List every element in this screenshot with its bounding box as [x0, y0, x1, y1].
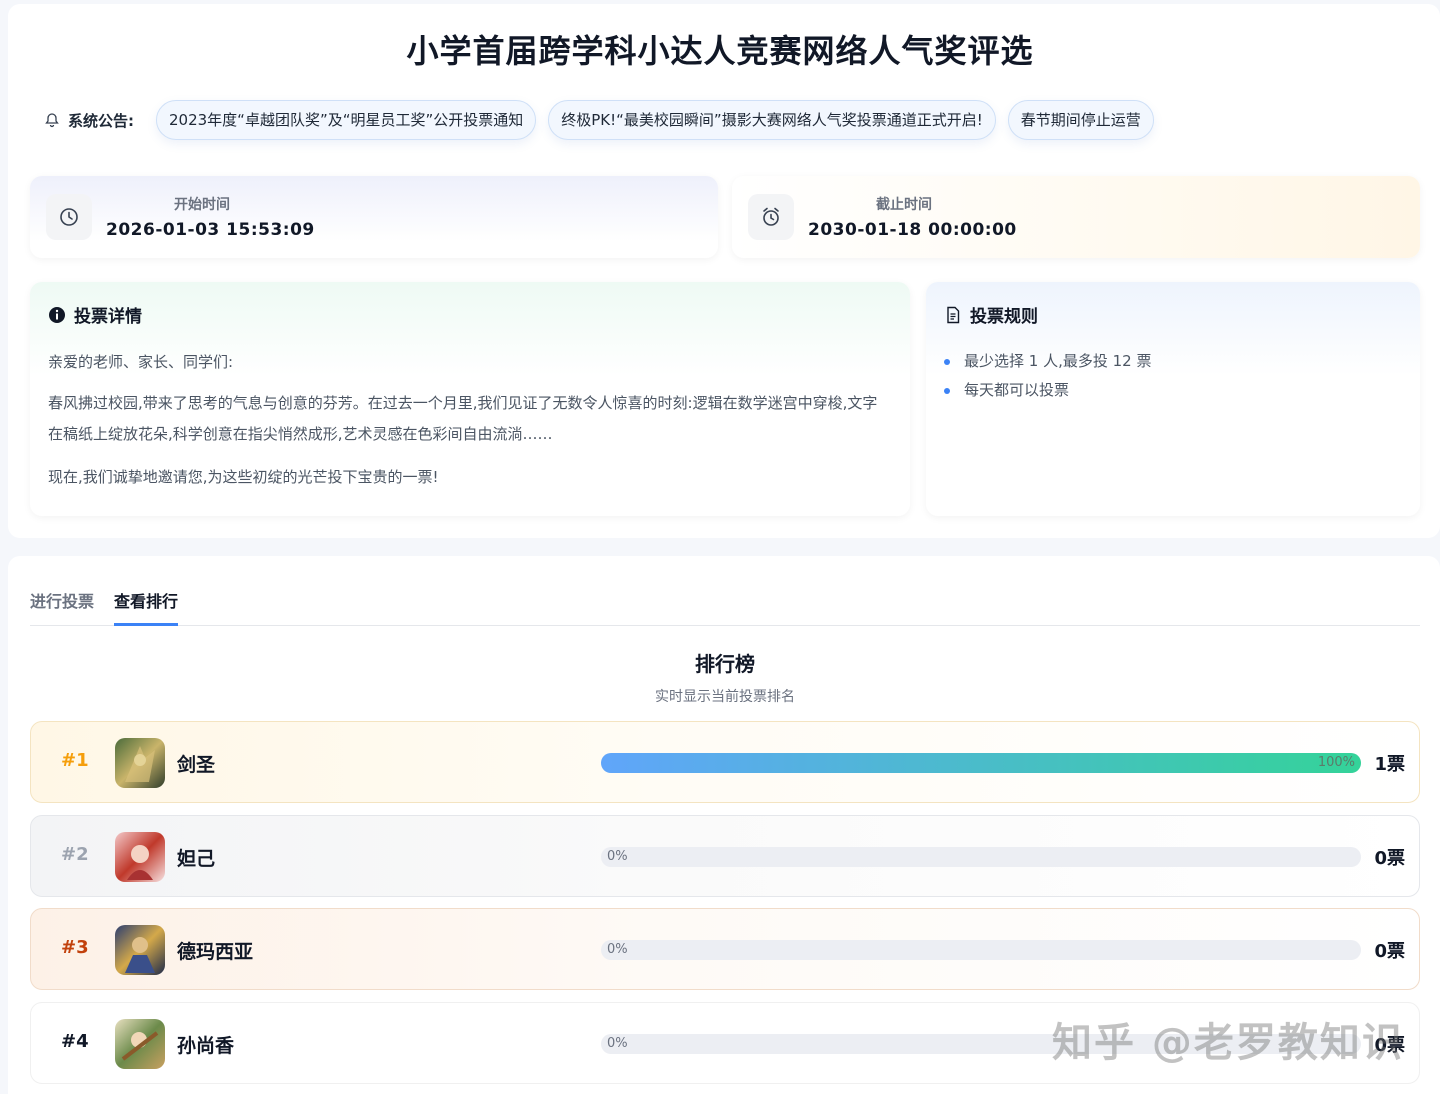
bullet-dot [944, 387, 950, 394]
rank-number: #4 [61, 1031, 89, 1052]
start-time-label: 开始时间 [174, 197, 230, 213]
avatar [115, 832, 165, 882]
vote-progress-bar: 100% [601, 753, 1361, 773]
rule-item: 最少选择 1 人,最多投 12 票 [944, 347, 1402, 376]
rank-number: #1 [61, 750, 89, 771]
tab-ranking[interactable]: 查看排行 [114, 590, 179, 626]
start-time-value: 2026-01-03 15:53:09 [106, 220, 315, 240]
notice-item[interactable]: 2023年度“卓越团队奖”及“明星员工奖”公开投票通知 [156, 100, 537, 140]
bullet-dot [944, 358, 950, 365]
candidate-name: 孙尚香 [177, 1035, 235, 1057]
candidate-name: 德玛西亚 [177, 941, 254, 963]
ranking-row[interactable]: #1 剑圣 100% 1票 [30, 721, 1420, 803]
document-icon [947, 306, 960, 323]
vote-progress-bar: 0% [601, 940, 1361, 960]
avatar [115, 925, 165, 975]
tab-bar: 进行投票 查看排行 [30, 590, 1420, 626]
ranking-row[interactable]: #2 妲己 0% 0票 [30, 815, 1420, 897]
vote-details-title: 投票详情 [74, 307, 142, 327]
start-time-card: 开始时间 2026-01-03 15:53:09 [30, 176, 718, 258]
rank-number: #3 [61, 937, 89, 958]
end-time-card: 截止时间 2030-01-18 00:00:00 [732, 176, 1420, 258]
bell-icon [45, 113, 59, 128]
rule-item: 每天都可以投票 [944, 376, 1402, 405]
notice-label: 系统公告: [44, 110, 134, 131]
tab-vote[interactable]: 进行投票 [30, 590, 94, 626]
rule-text: 最少选择 1 人,最多投 12 票 [964, 352, 1152, 370]
details-paragraph: 现在,我们诚挚地邀请您,为这些初绽的光芒投下宝贵的一票! [48, 468, 439, 486]
vote-count: 1票 [1374, 754, 1405, 775]
vote-rules-card: 投票规则 最少选择 1 人,最多投 12 票 每天都可以投票 [926, 282, 1420, 516]
notice-item[interactable]: 春节期间停止运营 [1007, 100, 1154, 140]
vote-details-card: 投票详情 亲爱的老师、家长、同学们: 春风拂过校园,带来了思考的气息与创意的芬芳… [30, 282, 910, 516]
vote-rules-header: 投票规则 [944, 302, 1402, 327]
vote-rules-title: 投票规则 [970, 307, 1038, 327]
page-title: 小学首届跨学科小达人竞赛网络人气奖评选 [406, 32, 1034, 70]
ranking-title: 排行榜 [695, 652, 755, 676]
vote-progress-fill [601, 753, 1361, 773]
ranking-row[interactable]: #3 德玛西亚 0% 0票 [30, 908, 1420, 990]
vote-percent: 0% [607, 942, 628, 957]
details-paragraph: 春风拂过校园,带来了思考的气息与创意的芬芳。在过去一个月里,我们见证了无数令人惊… [48, 394, 878, 443]
details-greeting: 亲爱的老师、家长、同学们: [48, 353, 234, 371]
ranking-subtitle: 实时显示当前投票排名 [655, 689, 795, 705]
avatar [115, 738, 165, 788]
notice-bar: 系统公告: 2023年度“卓越团队奖”及“明星员工奖”公开投票通知 终极PK!“… [44, 100, 1166, 140]
clock-icon [46, 194, 92, 240]
notice-label-text: 系统公告: [68, 111, 134, 130]
vote-count: 0票 [1374, 941, 1405, 962]
notice-item[interactable]: 终极PK!“最美校园瞬间”摄影大赛网络人气奖投票通道正式开启! [548, 100, 996, 140]
watermark: 知乎 @老罗教知识 [1052, 1020, 1404, 1066]
alarm-clock-icon [748, 194, 794, 240]
rank-number: #2 [61, 844, 89, 865]
vote-count: 0票 [1374, 848, 1405, 869]
candidate-name: 剑圣 [177, 754, 216, 776]
end-time-label: 截止时间 [876, 197, 932, 213]
candidate-name: 妲己 [177, 848, 216, 870]
vote-percent: 0% [607, 1036, 628, 1051]
vote-progress-bar: 0% [601, 847, 1361, 867]
rule-text: 每天都可以投票 [964, 381, 1070, 399]
vote-percent: 100% [1317, 755, 1355, 770]
avatar [115, 1019, 165, 1069]
end-time-value: 2030-01-18 00:00:00 [808, 220, 1017, 240]
vote-percent: 0% [607, 849, 628, 864]
info-icon [49, 306, 65, 323]
vote-details-header: 投票详情 [48, 302, 892, 327]
